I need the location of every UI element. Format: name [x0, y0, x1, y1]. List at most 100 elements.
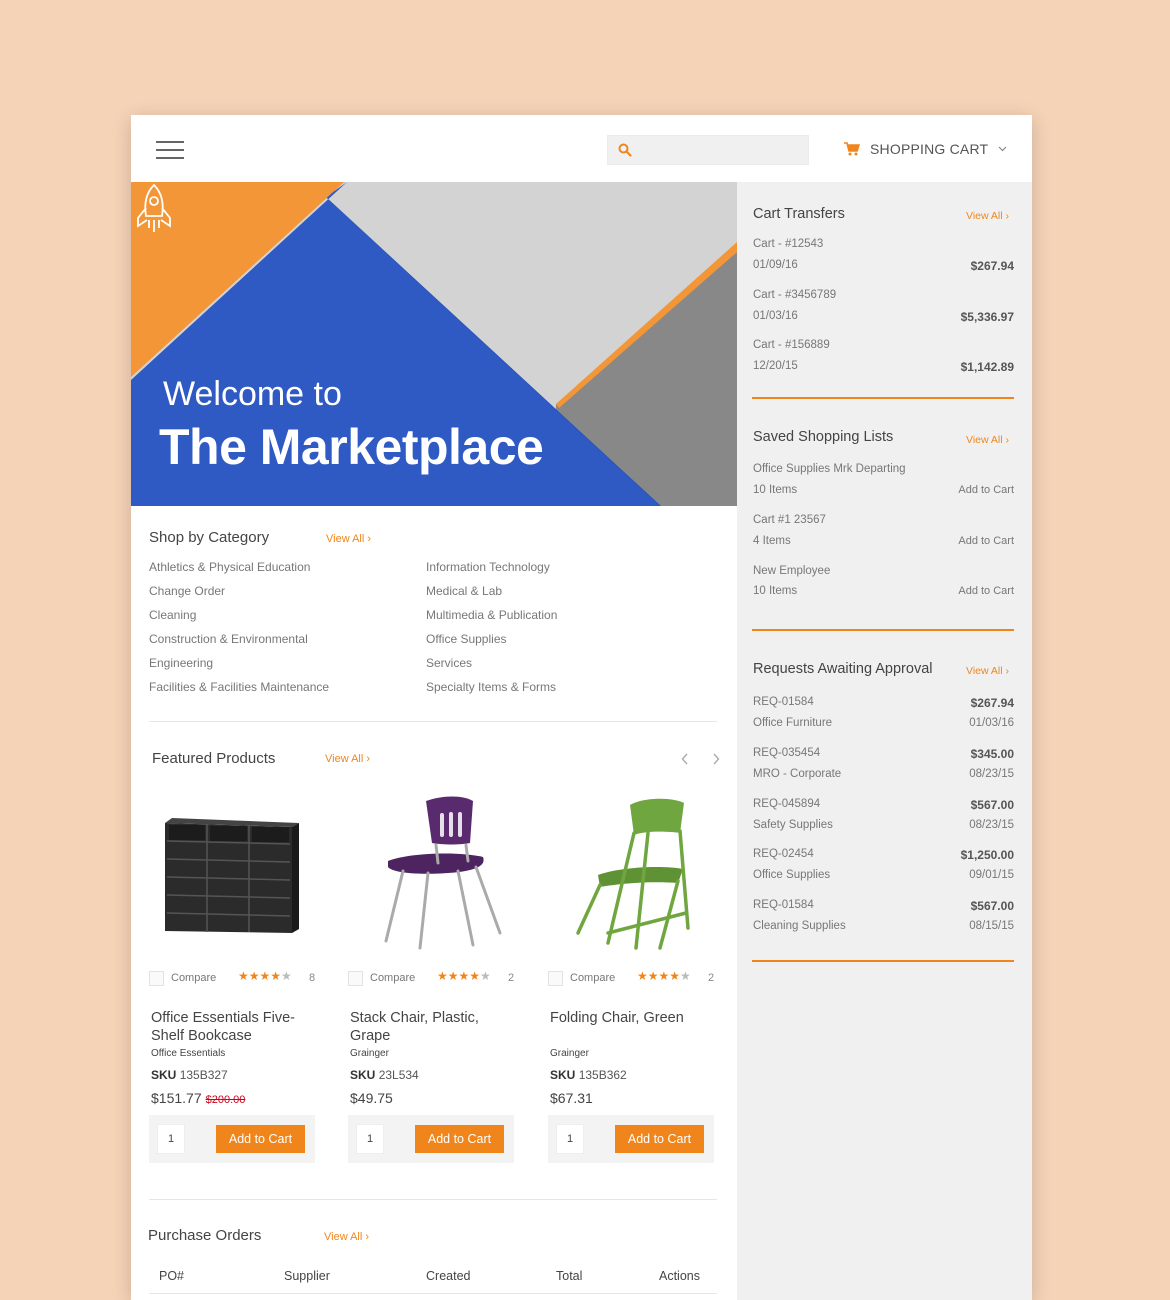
search-input[interactable] [640, 136, 806, 164]
saved-list-add-to-cart[interactable]: Add to Cart [958, 585, 1014, 597]
category-link[interactable]: Facilities & Facilities Maintenance [149, 680, 329, 694]
category-link[interactable]: Information Technology [426, 560, 550, 574]
category-link[interactable]: Engineering [149, 656, 213, 670]
column-header-created[interactable]: Created [426, 1269, 470, 1283]
saved-list-name[interactable]: Cart #1 23567 [753, 514, 826, 526]
category-link[interactable]: Construction & Environmental [149, 632, 308, 646]
folding-chair-image[interactable] [548, 783, 714, 953]
column-header-actions[interactable]: Actions [659, 1269, 700, 1283]
request-id[interactable]: REQ-045894 [753, 798, 820, 810]
category-link[interactable]: Cleaning [149, 608, 196, 622]
top-bar: SHOPPING CART [131, 115, 1032, 182]
menu-icon[interactable] [156, 141, 184, 159]
request-amount: $267.94 [970, 696, 1014, 710]
cart-transfer-date: 01/09/16 [753, 259, 798, 271]
rating-stars: ★★★★★ [637, 969, 691, 983]
compare-checkbox[interactable] [548, 971, 563, 986]
compare-label: Compare [570, 972, 616, 984]
product-name[interactable]: Stack Chair, Plastic, Grape [350, 1009, 520, 1045]
request-amount: $1,250.00 [960, 848, 1014, 862]
request-id[interactable]: REQ-02454 [753, 848, 814, 860]
add-to-cart-button[interactable]: Add to Cart [216, 1125, 305, 1153]
product-sku: SKU 135B327 [151, 1068, 228, 1082]
request-category: Safety Supplies [753, 819, 833, 831]
saved-lists-view-all[interactable]: View All › [966, 434, 1009, 446]
product-name[interactable]: Folding Chair, Green [550, 1009, 720, 1027]
saved-list-name[interactable]: Office Supplies Mrk Departing [753, 463, 906, 475]
section-rule [752, 629, 1014, 631]
add-to-cart-button[interactable]: Add to Cart [615, 1125, 704, 1153]
category-link[interactable]: Office Supplies [426, 632, 507, 646]
column-header-supplier[interactable]: Supplier [284, 1269, 330, 1283]
add-to-cart-bar: 1 Add to Cart [149, 1115, 315, 1163]
rating-stars: ★★★★★ [437, 969, 491, 983]
cart-transfer-name[interactable]: Cart - #12543 [753, 238, 823, 250]
saved-list-add-to-cart[interactable]: Add to Cart [958, 535, 1014, 547]
request-category: MRO - Corporate [753, 768, 842, 780]
request-category: Cleaning Supplies [753, 920, 846, 932]
quantity-input[interactable]: 1 [157, 1124, 185, 1154]
category-link[interactable]: Specialty Items & Forms [426, 680, 556, 694]
stack-chair-image[interactable] [348, 783, 514, 953]
quantity-input[interactable]: 1 [356, 1124, 384, 1154]
section-divider [149, 721, 717, 722]
bookcase-image[interactable] [149, 783, 315, 953]
cart-transfers-view-all[interactable]: View All › [966, 210, 1009, 222]
request-category: Office Furniture [753, 717, 833, 729]
featured-products-view-all[interactable]: View All › [325, 753, 370, 765]
purchase-orders-view-all[interactable]: View All › [324, 1231, 369, 1243]
request-amount: $567.00 [970, 899, 1014, 913]
purchase-orders-title: Purchase Orders [148, 1227, 262, 1244]
product-name[interactable]: Office Essentials Five-Shelf Bookcase [151, 1009, 321, 1045]
product-brand: Office Essentials [151, 1048, 226, 1059]
search-box[interactable] [607, 135, 809, 165]
compare-label: Compare [370, 972, 416, 984]
rating-stars: ★★★★★ [238, 969, 292, 983]
column-header-po[interactable]: PO# [159, 1269, 184, 1283]
add-to-cart-bar: 1 Add to Cart [548, 1115, 714, 1163]
quantity-input[interactable]: 1 [556, 1124, 584, 1154]
chevron-right-icon[interactable] [712, 753, 720, 765]
requests-view-all[interactable]: View All › [966, 665, 1009, 677]
request-amount: $567.00 [970, 798, 1014, 812]
shop-by-category-view-all[interactable]: View All › [326, 533, 371, 545]
column-header-total[interactable]: Total [556, 1269, 582, 1283]
compare-checkbox[interactable] [348, 971, 363, 986]
category-link[interactable]: Multimedia & Publication [426, 608, 557, 622]
request-date: 08/23/15 [969, 768, 1014, 780]
request-id[interactable]: REQ-035454 [753, 747, 820, 759]
featured-products-title: Featured Products [152, 750, 276, 767]
shop-by-category-title: Shop by Category [149, 529, 270, 546]
add-to-cart-button[interactable]: Add to Cart [415, 1125, 504, 1153]
review-count: 2 [508, 972, 515, 984]
hero-welcome-text: Welcome to [163, 375, 342, 413]
request-date: 08/15/15 [969, 920, 1014, 932]
original-price: $200.00 [205, 1094, 246, 1106]
section-divider [149, 1199, 717, 1200]
category-link[interactable]: Athletics & Physical Education [149, 560, 310, 574]
compare-label: Compare [171, 972, 217, 984]
request-date: 09/01/15 [969, 869, 1014, 881]
shopping-cart-dropdown[interactable]: SHOPPING CART [844, 137, 1007, 161]
product-brand: Grainger [550, 1048, 589, 1059]
saved-list-name[interactable]: New Employee [753, 565, 830, 577]
chevron-left-icon[interactable] [681, 753, 689, 765]
saved-list-add-to-cart[interactable]: Add to Cart [958, 484, 1014, 496]
product-price: $67.31 [550, 1090, 593, 1106]
saved-lists-title: Saved Shopping Lists [753, 429, 894, 445]
request-id[interactable]: REQ-01584 [753, 696, 814, 708]
request-amount: $345.00 [970, 747, 1014, 761]
saved-list-count: 10 Items [753, 484, 798, 496]
cart-transfer-date: 12/20/15 [753, 360, 798, 372]
category-link[interactable]: Services [426, 656, 472, 670]
chevron-down-icon [998, 146, 1007, 152]
hero-title: The Marketplace [159, 419, 544, 475]
cart-transfer-name[interactable]: Cart - #156889 [753, 339, 830, 351]
category-link[interactable]: Change Order [149, 584, 225, 598]
review-count: 2 [708, 972, 715, 984]
category-link[interactable]: Medical & Lab [426, 584, 502, 598]
request-id[interactable]: REQ-01584 [753, 899, 814, 911]
compare-checkbox[interactable] [149, 971, 164, 986]
section-rule [752, 960, 1014, 962]
cart-transfer-name[interactable]: Cart - #3456789 [753, 289, 836, 301]
